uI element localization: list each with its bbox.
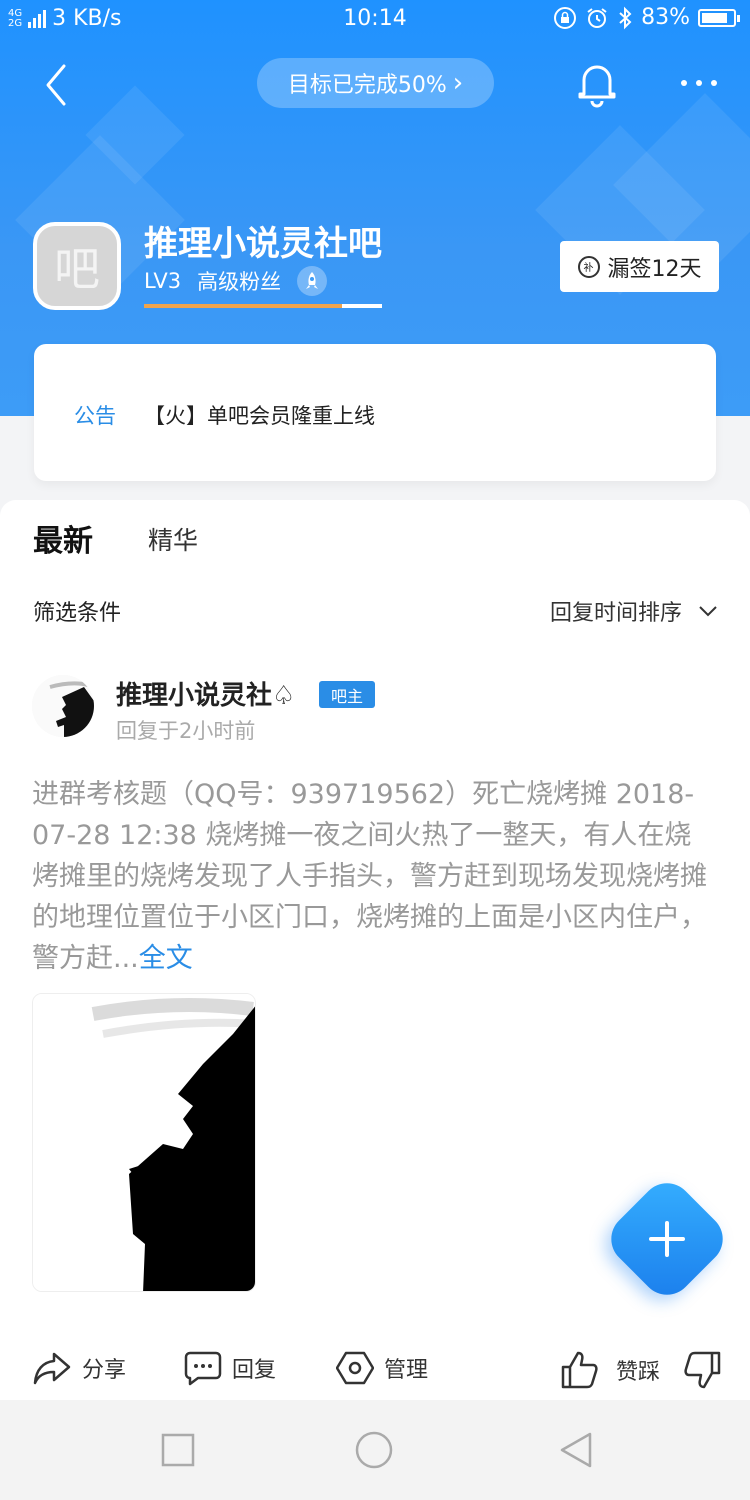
notice-tag: 公告 <box>74 404 116 428</box>
filter-label[interactable]: 筛选条件 <box>33 595 121 627</box>
level-progress-bar <box>144 304 382 308</box>
status-bar: 4G 2G 3 KB/s 10:14 83% <box>0 0 750 40</box>
notice-text: 【火】单吧会员隆重上线 <box>144 404 375 428</box>
lock-rotation-icon <box>554 6 577 29</box>
alarm-icon <box>587 7 607 28</box>
notice-card[interactable]: 公告 【火】单吧会员隆重上线 <box>34 344 716 481</box>
thumbs-up-icon[interactable] <box>560 1350 598 1390</box>
manage-button[interactable]: 管理 <box>336 1350 428 1386</box>
owner-badge: 吧主 <box>319 681 375 708</box>
sort-label: 回复时间排序 <box>549 601 682 626</box>
reply-button[interactable]: 回复 <box>184 1350 276 1386</box>
goal-progress-label: 目标已完成50% <box>287 73 447 98</box>
rank-text: 高级粉丝 <box>197 270 282 294</box>
make-up-sign-icon: 补 <box>577 255 600 278</box>
bell-icon <box>578 65 616 108</box>
author-avatar[interactable] <box>32 675 94 737</box>
manage-icon <box>336 1351 374 1385</box>
sort-dropdown[interactable]: 回复时间排序 <box>550 595 718 627</box>
battery-percent: 83% <box>641 5 690 30</box>
vote-group: 赞踩 <box>560 1350 722 1390</box>
back-button[interactable] <box>34 60 78 110</box>
home-icon[interactable] <box>354 1430 394 1470</box>
recent-apps-icon[interactable] <box>158 1430 198 1470</box>
vote-label: 赞踩 <box>616 1360 661 1385</box>
plus-icon <box>620 1192 714 1286</box>
reply-label: 回复 <box>232 1358 277 1383</box>
level-progress-fill <box>144 304 342 308</box>
post-action-bar: 分享 回复 管理 赞踩 <box>0 1342 750 1398</box>
goal-progress-button[interactable]: 目标已完成50% › <box>257 58 494 108</box>
post-body-text: 进群考核题（QQ号：939719562）死亡烧烤摊 2018-07-28 12:… <box>32 779 707 974</box>
share-label: 分享 <box>82 1358 127 1383</box>
back-icon <box>46 64 66 106</box>
tab-latest[interactable]: 最新 <box>33 516 93 560</box>
sign-in-label: 漏签12天 <box>607 256 702 282</box>
thumbs-down-icon[interactable] <box>684 1350 722 1390</box>
sign-in-button[interactable]: 补 漏签12天 <box>560 241 719 292</box>
more-icon <box>681 80 717 86</box>
post-time: 回复于2小时前 <box>116 719 256 743</box>
bluetooth-icon <box>619 6 632 29</box>
nav-back-icon[interactable] <box>556 1430 596 1470</box>
author-name[interactable]: 推理小说灵社♤ <box>116 675 295 712</box>
system-icons: 83% <box>553 5 740 30</box>
share-button[interactable]: 分享 <box>32 1350 126 1386</box>
manage-label: 管理 <box>384 1358 429 1383</box>
more-button[interactable] <box>676 68 722 98</box>
forum-avatar[interactable]: 吧 <box>33 222 121 310</box>
share-icon <box>33 1352 71 1385</box>
forum-level-row: LV3 高级粉丝 <box>144 266 328 296</box>
read-more-link[interactable]: 全文 <box>139 943 193 974</box>
battery-icon <box>698 8 740 27</box>
tab-featured[interactable]: 精华 <box>148 521 198 557</box>
level-text: LV3 <box>144 269 182 293</box>
reply-icon <box>184 1351 222 1386</box>
chevron-right-icon: › <box>452 68 464 98</box>
system-nav-bar <box>0 1400 750 1500</box>
chevron-down-icon <box>699 606 717 617</box>
post-image[interactable] <box>32 993 256 1292</box>
notification-button[interactable] <box>574 58 620 108</box>
post-body[interactable]: 进群考核题（QQ号：939719562）死亡烧烤摊 2018-07-28 12:… <box>32 774 712 979</box>
forum-name: 推理小说灵社吧 <box>144 224 382 264</box>
rocket-icon[interactable] <box>297 266 328 296</box>
